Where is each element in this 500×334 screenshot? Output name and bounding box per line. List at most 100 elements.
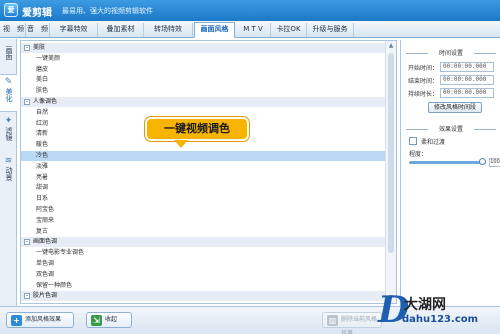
list-item[interactable]: 日系 [21,194,385,204]
tab-karaoke[interactable]: 卡拉OK [271,23,307,37]
list-item-label: 双色调 [36,270,55,278]
group-label: 胶片色调 [33,292,58,300]
scrollbar-thumb[interactable] [388,53,394,253]
delete-style-effect-button[interactable]: ▥ 删除当前风格效果 [322,312,382,334]
soft-transition-checkbox[interactable] [409,137,417,145]
list-item-label: 磨皮 [36,65,49,73]
motion-icon: ≋ [4,156,13,166]
title-bar: 爱 爱剪辑 最易用、强大的视频剪辑软件 [0,0,500,21]
callout-bubble: 一键视频调色 [145,117,249,141]
collapse-toggle-icon[interactable]: - [24,293,30,300]
list-item-label: 美白 [36,76,49,84]
start-time-label: 开始时间： [408,65,439,72]
sidetab-frame-label: 画面 [5,46,13,60]
list-item[interactable]: 淡雅 [21,162,385,172]
list-item[interactable]: 冷色 [21,151,385,161]
list-item[interactable]: 双色调 [21,270,385,280]
list-item-label: 保留一种颜色 [36,281,73,289]
add-icon: + [11,315,22,326]
sidetab-motion-label: 动景 [5,167,13,181]
tab-mtv[interactable]: M T V [236,23,271,37]
collapse-icon: ⇲ [91,315,102,326]
watermark-url: dahu123.com [402,314,479,325]
tab-transition-effects[interactable]: 转场特效 [144,23,193,37]
sidetab-frame[interactable]: 画面 [0,42,17,72]
list-item[interactable]: 美白 [21,75,385,85]
list-item-label: 宝丽来 [36,216,55,224]
group-header[interactable]: - 画面色调 [21,237,385,248]
tab-audio[interactable]: 音 频 [26,23,50,37]
group-header[interactable]: - 人像调色 [21,97,385,107]
end-time-input[interactable]: 00:00:00.000 [440,75,494,85]
time-settings-heading: 时间设置 [406,48,496,58]
app-logo: 爱 [4,3,18,17]
list-item-label: 冷色 [36,152,49,159]
list-item-label: 日系 [36,195,49,203]
list-item-label: 自然 [36,108,49,116]
list-item[interactable]: 一键电影专业调色 [21,248,385,258]
callout-tail [174,140,188,148]
degree-value-field[interactable]: 100 [489,158,500,167]
modify-time-range-button[interactable]: 修改风格时间段 [428,102,482,113]
tab-video[interactable]: 视 频 [2,23,26,37]
list-item-label: 复古 [36,227,49,235]
scroll-up-icon[interactable]: ▲ [387,42,395,50]
list-item[interactable]: 亮暑 [21,173,385,183]
magic-wand-icon: ✎ [4,77,13,87]
list-item[interactable]: 单色调 [21,259,385,269]
add-style-effect-button[interactable]: + 添加风格效果 [6,312,74,328]
collapse-toggle-icon[interactable]: - [24,45,30,51]
site-watermark: D 大湖网 dahu123.com [378,290,500,334]
tab-overlay-materials[interactable]: 叠加素材 [98,23,144,37]
main-tab-bar: 视 频 音 频 字幕特效 叠加素材 转场特效 画面风格 M T V 卡拉OK 升… [0,21,500,38]
collapse-button[interactable]: ⇲ 收起 [86,312,132,328]
list-item-label: 单色调 [36,260,55,267]
list-item[interactable]: 一键美颜 [21,54,385,64]
list-item[interactable]: 磨皮 [21,65,385,75]
list-item[interactable]: 肤色 [21,86,385,96]
list-item-label: 暖色 [36,141,49,149]
app-title: 爱剪辑 [22,8,52,19]
delete-style-effect-label: 删除当前风格效果 [341,316,378,334]
collapse-toggle-icon[interactable]: - [24,99,30,105]
settings-panel: 时间设置 开始时间： 00:00:00.000 结束时间： 00:00:00.0… [400,40,500,306]
group-header[interactable]: - 美肤 [21,43,385,53]
list-item-label: 清新 [36,130,49,138]
effect-settings-heading: 效果设置 [406,124,496,134]
sidetab-filter[interactable]: ✦ 滤镜 [0,114,17,152]
list-item-label: 一键电影专业调色 [36,249,85,257]
watermark-brand: 大湖网 [404,297,446,313]
list-item[interactable]: 宝丽来 [21,216,385,226]
sidetab-filter-label: 滤镜 [5,127,13,141]
sidetab-beautify[interactable]: ✎ 美化 [0,74,17,112]
list-item[interactable]: 暖色 [21,140,385,150]
list-item[interactable]: 保留一种颜色 [21,281,385,291]
collapse-toggle-icon[interactable]: - [24,239,30,246]
soft-transition-label: 柔和过渡 [421,139,446,146]
filter-icon: ✦ [4,116,13,126]
degree-slider-track[interactable] [409,161,486,164]
degree-label: 程度： [409,151,428,158]
list-scrollbar[interactable]: ▲ ▼ [385,41,396,303]
list-item[interactable]: 甜调 [21,183,385,193]
degree-slider-handle[interactable] [479,158,486,165]
list-item-label: 淡雅 [36,162,49,170]
group-label: 美肤 [33,44,46,51]
list-item[interactable]: 阿宝色 [21,205,385,215]
duration-input[interactable]: 00:00:00.000 [440,88,494,98]
group-header[interactable]: - 胶片色调 [21,291,385,302]
tab-subtitle-effects[interactable]: 字幕特效 [50,23,98,37]
list-item-label: 甜调 [36,184,49,192]
list-item-label: 亮暑 [36,173,49,181]
group-label: 人像调色 [33,98,58,105]
end-time-label: 结束时间： [408,78,439,85]
style-effect-list: - 美肤 一键美颜 磨皮 美白 肤色 - 人像调色 自然 红润 清新 暖色 冷色 淡雅 亮暑 甜调 日系 阿宝色宝… [20,40,397,304]
start-time-input[interactable]: 00:00:00.000 [440,62,494,72]
tab-upgrade-service[interactable]: 升级与服务 [307,23,354,37]
list-item[interactable]: 复古 [21,227,385,237]
list-item-label: 阿宝色 [36,206,55,213]
sidetab-motion[interactable]: ≋ 动景 [0,154,17,192]
tab-picture-style[interactable]: 画面风格 [194,22,235,38]
collapse-label: 收起 [105,316,118,323]
list-item-label: 一键美颜 [36,54,61,62]
